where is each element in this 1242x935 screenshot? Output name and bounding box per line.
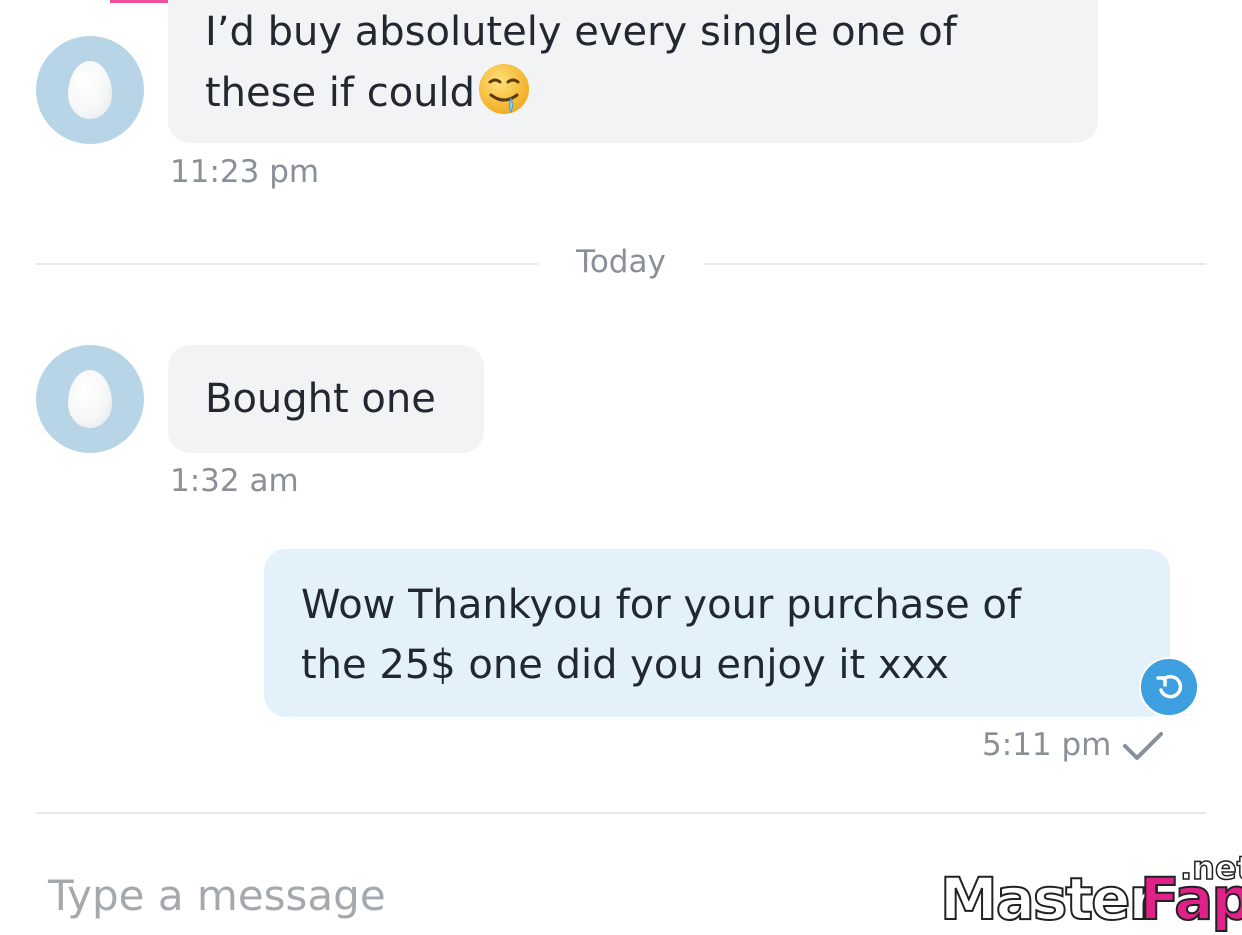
watermark-logo: Master <box>939 865 1158 933</box>
message-timestamp: 1:32 am <box>170 463 299 499</box>
message-bubble-outgoing[interactable]: Wow Thankyou for your purchase of the 25… <box>264 549 1170 717</box>
composer-divider <box>36 812 1206 814</box>
egg-avatar-icon <box>68 61 112 119</box>
egg-avatar-icon <box>68 370 112 428</box>
message-text-line: I’d buy absolutely every single one of <box>205 9 957 55</box>
undo-icon <box>1156 674 1183 699</box>
message-text: Bought one <box>205 376 436 422</box>
message-text-line: these if could <box>205 62 1098 123</box>
message-text-line: Wow Thankyou for your purchase of <box>301 582 1021 628</box>
message-bubble-incoming[interactable]: Bought one <box>168 345 484 453</box>
avatar[interactable] <box>36 36 144 144</box>
message-timestamp: 5:11 pm <box>982 727 1112 763</box>
message-bubble-incoming[interactable]: I’d buy absolutely every single one of t… <box>168 0 1098 143</box>
message-input[interactable]: Type a message <box>48 868 748 924</box>
message-timestamp: 11:23 pm <box>170 154 320 190</box>
avatar[interactable] <box>36 345 144 453</box>
sent-check-icon <box>1123 732 1163 760</box>
message-text-line: the 25$ one did you enjoy it xxx <box>301 642 949 688</box>
undo-button[interactable] <box>1139 657 1199 717</box>
divider-line <box>704 263 1206 265</box>
divider-line <box>36 263 538 265</box>
drooling-face-icon <box>479 64 530 114</box>
watermark-suffix: .net <box>1179 849 1242 887</box>
day-separator-label: Today <box>576 244 666 280</box>
